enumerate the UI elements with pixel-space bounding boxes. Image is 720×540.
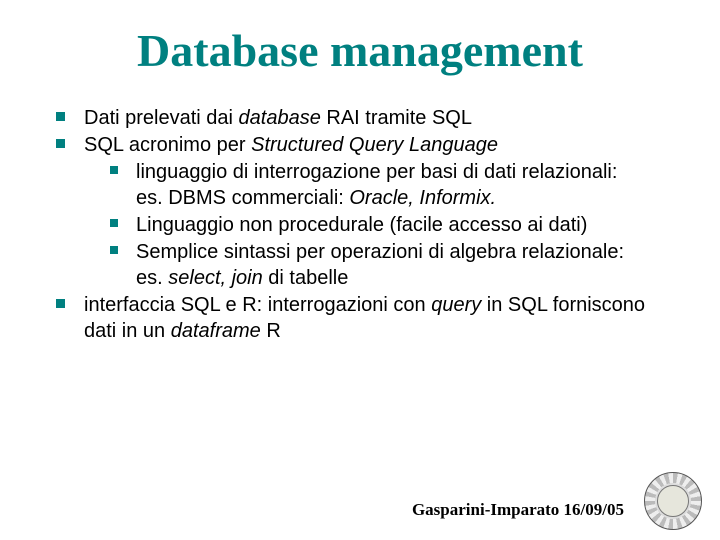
list-item: Dati prelevati dai database RAI tramite … [56,105,682,131]
text-italic: database [239,107,321,129]
text: linguaggio di interrogazione per basi di… [136,161,617,183]
list-item: SQL acronimo per Structured Query Langua… [56,132,682,291]
list-item: Linguaggio non procedurale (facile acces… [110,212,682,238]
text: interfaccia SQL e R: interrogazioni con [84,294,431,316]
bullet-list: Dati prelevati dai database RAI tramite … [30,105,690,344]
text: RAI tramite SQL [321,107,472,129]
list-item: Semplice sintassi per operazioni di alge… [110,239,682,291]
text: es. DBMS commerciali: [136,187,349,209]
footer-text: Gasparini-Imparato 16/09/05 [412,500,624,520]
text-italic: dataframe [171,320,261,342]
text: R [261,320,281,342]
text: di tabelle [263,267,349,289]
text: Linguaggio non procedurale (facile acces… [136,214,587,236]
text-italic: query [431,294,481,316]
text: SQL acronimo per [84,134,251,156]
institution-logo-icon [644,472,702,530]
text-italic: Structured Query Language [251,134,498,156]
slide-title: Database management [30,24,690,77]
text-italic: select, join [168,267,263,289]
sub-list: linguaggio di interrogazione per basi di… [84,159,682,291]
list-item: linguaggio di interrogazione per basi di… [110,159,682,211]
text-italic: Oracle, Informix. [349,187,496,209]
text: Semplice sintassi per operazioni di alge… [136,241,624,263]
list-item: interfaccia SQL e R: interrogazioni con … [56,292,682,344]
text: Dati prelevati dai [84,107,239,129]
text: es. [136,267,168,289]
